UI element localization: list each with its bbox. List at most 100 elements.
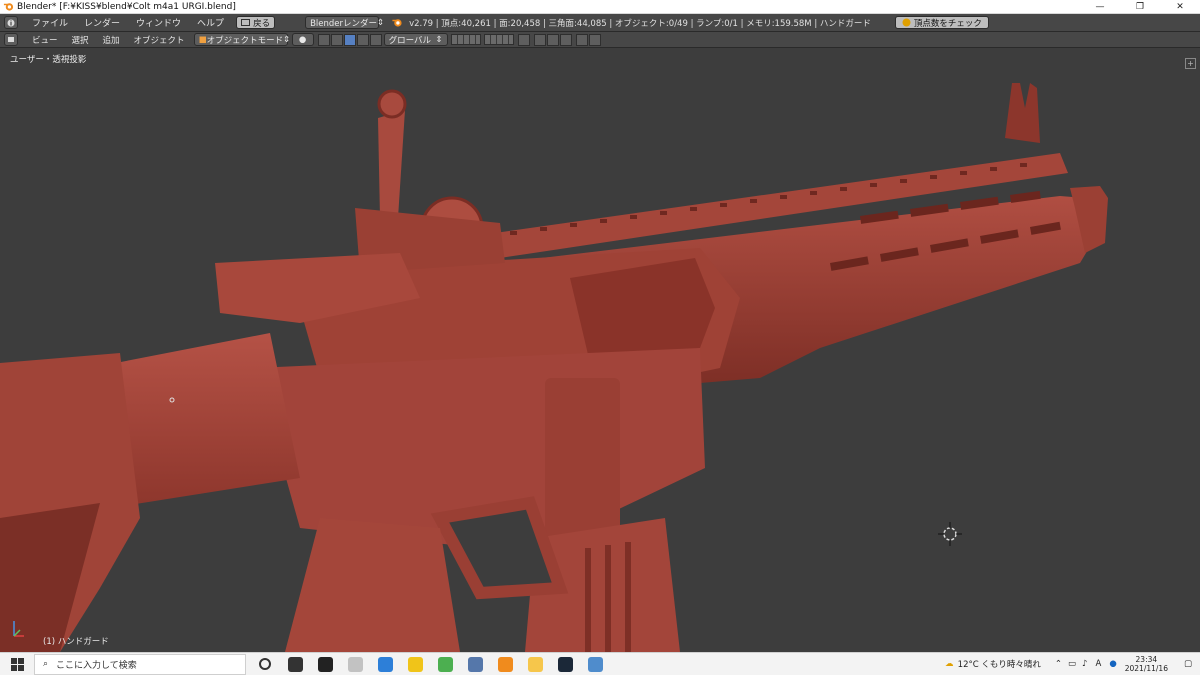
pistol-grip xyxy=(285,518,460,652)
taskbar-apps xyxy=(280,653,610,675)
pivot-point-button[interactable] xyxy=(317,33,330,46)
rotate-manipulator-button[interactable] xyxy=(356,33,369,46)
menu-add[interactable]: 追加 xyxy=(96,34,127,46)
rifle-model[interactable] xyxy=(0,48,1200,652)
viewport-plus-icon[interactable]: + xyxy=(1185,58,1196,69)
window-title: Blender* [F:¥KISS¥blend¥Colt m4a1 URGI.b… xyxy=(17,1,236,12)
editor-type-3dview-icon[interactable] xyxy=(4,33,18,46)
taskbar-app-button[interactable] xyxy=(340,653,370,675)
info-icon xyxy=(7,19,15,26)
menu-object[interactable]: オブジェクト xyxy=(127,34,192,46)
taskbar-app-button[interactable] xyxy=(430,653,460,675)
mode-select[interactable]: ■ オブジェクトモード ⇕ xyxy=(193,33,291,46)
taskbar-app-button[interactable] xyxy=(400,653,430,675)
layer-grid-2[interactable] xyxy=(483,34,514,45)
taskbar-app-10-icon xyxy=(587,656,603,672)
menu-view[interactable]: ビュー xyxy=(18,34,65,46)
maximize-button[interactable]: ❐ xyxy=(1120,0,1160,14)
clock[interactable]: 23:34 2021/11/16 xyxy=(1117,655,1176,673)
blender-logo-icon xyxy=(3,3,14,11)
taskbar-app-button[interactable] xyxy=(580,653,610,675)
orientation-value: グローバル xyxy=(388,35,431,46)
check-vertex-count-label: 頂点数をチェック xyxy=(913,18,982,29)
back-to-previous-button[interactable]: 戻る xyxy=(236,16,276,29)
file-explorer-icon xyxy=(527,656,543,672)
onedrive-icon[interactable]: ● xyxy=(1109,659,1116,669)
chrome-icon xyxy=(437,656,453,672)
weather-text[interactable]: 12°C くもり時々晴れ xyxy=(958,658,1041,670)
scene-statistics: v2.79 | 頂点:40,261 | 面:20,458 | 三角面:44,08… xyxy=(409,18,871,29)
taskbar-app-button[interactable] xyxy=(520,653,550,675)
start-button[interactable] xyxy=(0,653,34,675)
addon-icon xyxy=(902,18,911,27)
layer-grid-1[interactable] xyxy=(450,34,481,45)
weather-icon[interactable]: ☁ xyxy=(945,659,954,669)
system-tray: ☁ 12°C くもり時々晴れ ⌃ ▭ ♪ A ● 23:34 2021/11/1… xyxy=(945,653,1200,675)
taskbar-app-1-icon xyxy=(317,656,333,672)
info-header: ファイル レンダー ウィンドウ ヘルプ 戻る Blenderレンダー ⇕ v2.… xyxy=(0,14,1200,32)
blender-icon xyxy=(497,656,513,672)
rear-sight-aperture xyxy=(377,89,407,119)
task-view-icon xyxy=(287,656,303,672)
view3d-header: ビュー 選択 追加 オブジェクト ■ オブジェクトモード ⇕ ● グローバル ⇕ xyxy=(0,32,1200,48)
blender-version-icon xyxy=(392,19,402,27)
back-button-label: 戻る xyxy=(253,18,271,29)
snap-element-button[interactable] xyxy=(559,33,572,46)
scale-manipulator-button[interactable] xyxy=(369,33,382,46)
network-icon[interactable]: ▭ xyxy=(1068,659,1076,669)
opengl-animation-button[interactable] xyxy=(588,33,601,46)
orientation-select[interactable]: グローバル ⇕ xyxy=(383,33,448,46)
show-hidden-icons-icon[interactable]: ⌃ xyxy=(1055,659,1062,669)
taskbar-app-button[interactable] xyxy=(280,653,310,675)
3d-cursor-icon[interactable] xyxy=(938,522,962,546)
3d-viewport[interactable]: ユーザー・透視投影 (1) ハンドガード + xyxy=(0,48,1200,652)
steam-icon xyxy=(557,656,573,672)
menu-render[interactable]: レンダー xyxy=(76,16,128,29)
taskbar-app-3-icon xyxy=(377,656,393,672)
render-engine-value: Blenderレンダー xyxy=(310,18,378,29)
taskbar-app-button[interactable] xyxy=(370,653,400,675)
clock-date: 2021/11/16 xyxy=(1124,664,1168,673)
taskbar-app-button[interactable] xyxy=(310,653,340,675)
translate-manipulator-button[interactable] xyxy=(343,33,356,46)
taskbar-app-button[interactable] xyxy=(550,653,580,675)
cortana-button[interactable] xyxy=(250,653,280,675)
editor-type-icon[interactable] xyxy=(4,16,18,29)
search-placeholder: ここに入力して検索 xyxy=(56,660,137,671)
taskbar-app-button[interactable] xyxy=(490,653,520,675)
check-vertex-count-button[interactable]: 頂点数をチェック xyxy=(894,16,989,29)
proportional-edit-button[interactable] xyxy=(533,33,546,46)
search-icon: ⌕ xyxy=(43,659,49,669)
clock-time: 23:34 xyxy=(1135,655,1158,664)
dropdown-arrows-icon: ⇕ xyxy=(283,34,291,45)
solid-shading-icon: ● xyxy=(298,34,307,45)
object-mode-icon: ■ xyxy=(198,34,207,45)
render-engine-select[interactable]: Blenderレンダー ⇕ xyxy=(305,16,384,29)
notification-center-icon[interactable]: ▢ xyxy=(1176,659,1200,669)
dropdown-arrows-icon: ⇕ xyxy=(435,34,443,45)
taskbar-search-box[interactable]: ⌕ ここに入力して検索 xyxy=(34,653,246,675)
lock-layers-button[interactable] xyxy=(517,33,530,46)
menu-help[interactable]: ヘルプ xyxy=(189,16,232,29)
taskbar-app-4-icon xyxy=(407,656,423,672)
menu-file[interactable]: ファイル xyxy=(18,16,76,29)
menu-select[interactable]: 選択 xyxy=(65,34,96,46)
taskbar-app-6-icon xyxy=(467,656,483,672)
window-titlebar: Blender* [F:¥KISS¥blend¥Colt m4a1 URGI.b… xyxy=(0,0,1200,14)
menu-window[interactable]: ウィンドウ xyxy=(128,16,189,29)
cortana-icon xyxy=(259,658,271,670)
taskbar-app-button[interactable] xyxy=(460,653,490,675)
cube-icon xyxy=(8,37,14,42)
manipulator-toggle-button[interactable] xyxy=(330,33,343,46)
shading-select[interactable]: ● xyxy=(291,33,314,46)
windows-logo-icon xyxy=(10,657,24,671)
ime-indicator[interactable]: A xyxy=(1095,659,1101,669)
opengl-render-button[interactable] xyxy=(575,33,588,46)
close-button[interactable]: ✕ xyxy=(1160,0,1200,14)
snap-toggle-button[interactable] xyxy=(546,33,559,46)
volume-icon[interactable]: ♪ xyxy=(1082,659,1087,669)
front-sight xyxy=(1005,83,1040,143)
rear-sight-post xyxy=(378,110,405,218)
minimize-button[interactable]: — xyxy=(1080,0,1120,14)
screen: Blender* [F:¥KISS¥blend¥Colt m4a1 URGI.b… xyxy=(0,0,1200,675)
